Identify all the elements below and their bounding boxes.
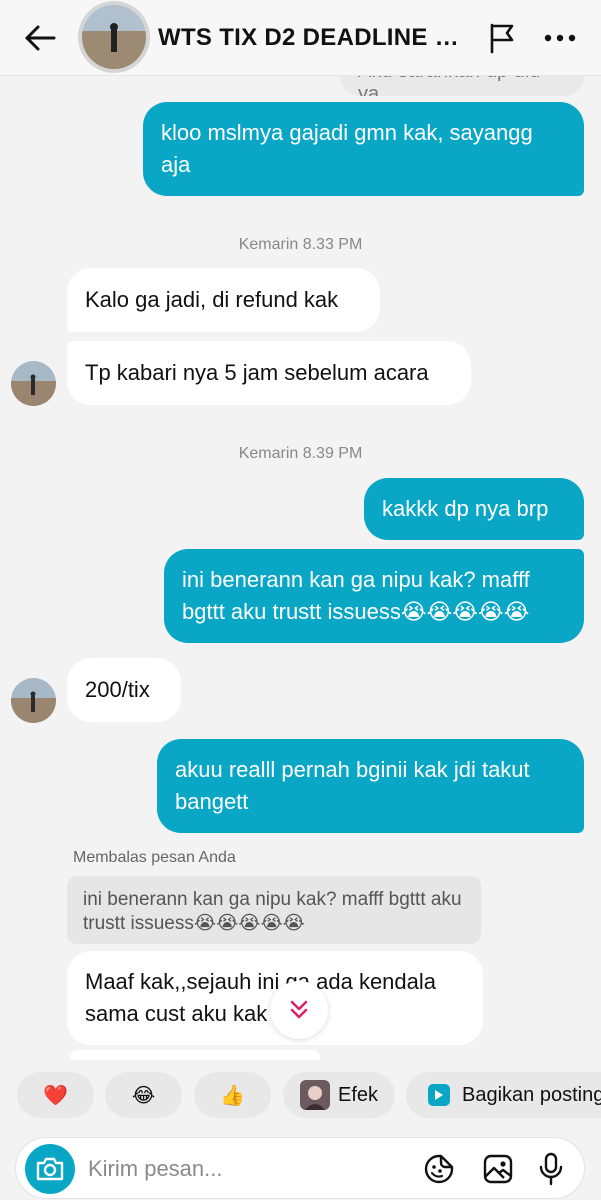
reaction-thumbs-up-button[interactable]: 👍	[194, 1072, 271, 1118]
chat-header: WTS TIX D2 DEADLINE L...	[0, 0, 601, 76]
sticker-button[interactable]	[422, 1152, 456, 1186]
camera-icon	[36, 1157, 64, 1181]
message-text: kakkk dp nya brp	[382, 496, 549, 521]
play-icon	[428, 1084, 450, 1106]
heart-icon: ❤️	[43, 1084, 68, 1107]
message-text: akuu realll pernah bginii kak jdi takut …	[175, 757, 530, 814]
message-text: kloo mslmya gajadi gmn kak, sayangg aja	[161, 120, 533, 177]
share-post-button[interactable]: Bagikan postingan	[406, 1072, 601, 1118]
message-composer	[15, 1137, 585, 1199]
effects-label: Efek	[337, 1083, 379, 1106]
message-bubble-incoming-partial	[70, 1050, 320, 1060]
laughing-face-icon: 😂	[131, 1084, 156, 1107]
message-bubble-outgoing[interactable]: kloo mslmya gajadi gmn kak, sayangg aja	[143, 102, 584, 196]
more-options-button[interactable]	[540, 18, 580, 58]
message-text: Kalo ga jadi, di refund kak	[85, 287, 339, 312]
message-timestamp: Kemarin 8.39 PM	[238, 445, 363, 462]
reply-quote[interactable]: ini benerann kan ga nipu kak? mafff bgtt…	[67, 876, 481, 944]
chevron-double-down-icon	[290, 1000, 308, 1019]
share-post-label: Bagikan postingan	[462, 1083, 601, 1106]
reaction-heart-button[interactable]: ❤️	[17, 1072, 94, 1118]
voice-message-button[interactable]	[534, 1152, 568, 1186]
chat-thread: Aku sarankan dp dlu ya kloo mslmya gajad…	[0, 0, 601, 1060]
message-bubble-incoming[interactable]: 200/tix	[67, 658, 181, 722]
reply-label: Membalas pesan Anda	[73, 849, 236, 866]
message-bubble-incoming[interactable]: Tp kabari nya 5 jam sebelum acara	[67, 341, 471, 405]
chat-avatar[interactable]	[78, 1, 150, 73]
message-text: Tp kabari nya 5 jam sebelum acara	[85, 360, 429, 385]
back-button[interactable]	[22, 20, 58, 56]
message-bubble-outgoing[interactable]: akuu realll pernah bginii kak jdi takut …	[157, 739, 584, 833]
message-bubble-outgoing[interactable]: ini benerann kan ga nipu kak? mafff bgtt…	[164, 549, 584, 643]
gallery-icon	[483, 1154, 513, 1184]
message-text: ini benerann kan ga nipu kak? mafff bgtt…	[182, 567, 530, 624]
sender-avatar[interactable]	[11, 678, 56, 723]
microphone-icon	[539, 1152, 563, 1186]
gallery-button[interactable]	[481, 1152, 515, 1186]
sender-avatar[interactable]	[11, 361, 56, 406]
report-button[interactable]	[482, 18, 522, 58]
thumbs-up-icon: 👍	[220, 1084, 245, 1107]
message-input[interactable]	[88, 1150, 408, 1188]
message-bubble-incoming[interactable]: Kalo ga jadi, di refund kak	[67, 268, 380, 332]
camera-button[interactable]	[25, 1144, 75, 1194]
back-arrow-icon	[25, 25, 56, 51]
sticker-icon	[424, 1154, 454, 1184]
message-timestamp: Kemarin 8.33 PM	[238, 236, 363, 253]
chat-title[interactable]: WTS TIX D2 DEADLINE L...	[158, 24, 463, 52]
effect-thumbnail	[299, 1080, 330, 1110]
reaction-laugh-button[interactable]: 😂	[105, 1072, 182, 1118]
scroll-to-bottom-button[interactable]	[270, 981, 328, 1039]
flag-icon	[490, 23, 514, 54]
message-bubble-outgoing[interactable]: kakkk dp nya brp	[364, 478, 584, 540]
more-icon	[544, 34, 576, 42]
quick-reactions-row: ❤️ 😂 👍 Efek Bagikan postingan	[0, 1072, 601, 1120]
message-text: 200/tix	[85, 677, 150, 702]
effects-button[interactable]: Efek	[283, 1072, 395, 1118]
